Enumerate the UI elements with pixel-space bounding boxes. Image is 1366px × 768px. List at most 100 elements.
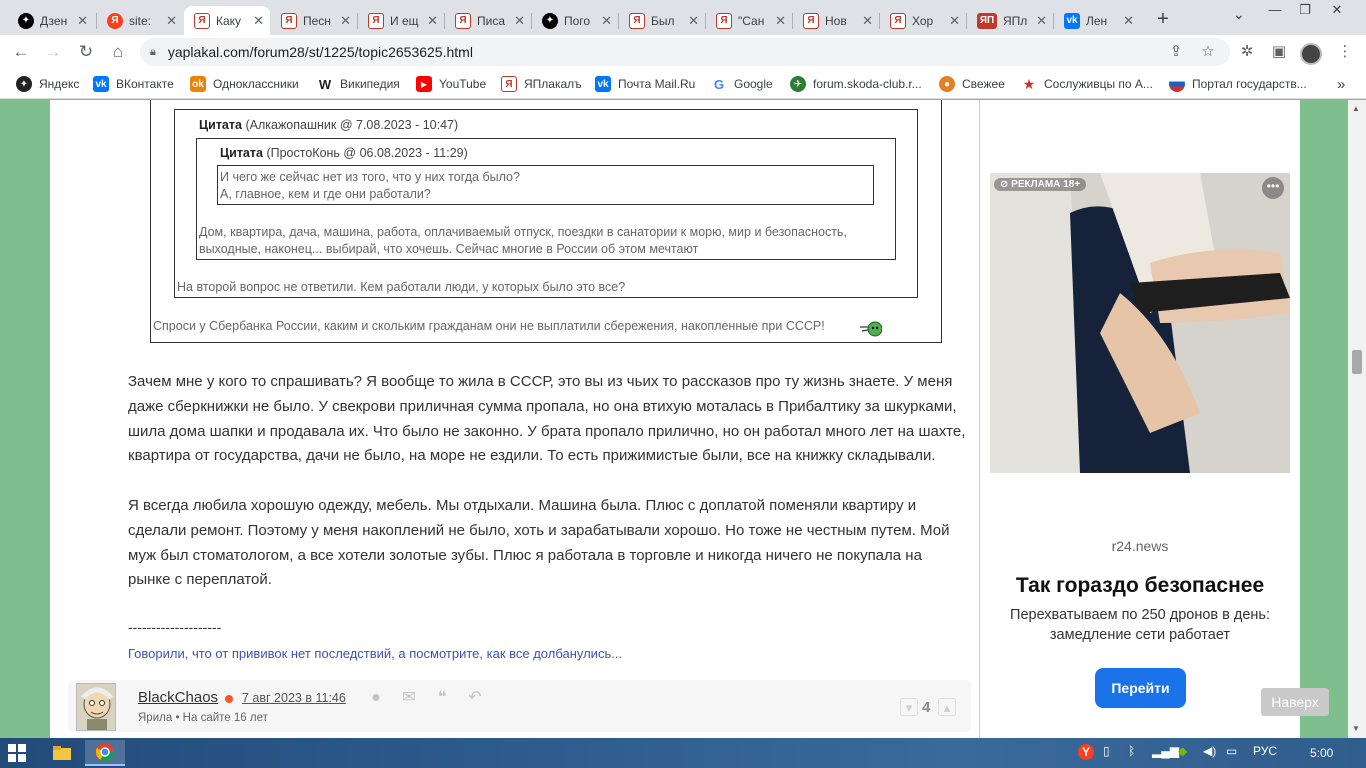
tab-1[interactable]: Яsite: ✕ — [97, 6, 183, 35]
google-icon: G — [711, 76, 727, 92]
post-date-link[interactable]: 7 авг 2023 в 11:46 — [242, 691, 346, 705]
nvidia-icon[interactable]: ◆ — [1178, 744, 1187, 758]
bookmark-yandex[interactable]: ✦ Яндекс — [16, 76, 79, 92]
bookmark-mail[interactable]: vk Почта Mail.Ru — [595, 76, 695, 92]
close-icon[interactable]: ✕ — [775, 13, 786, 29]
quote-icon[interactable]: ❝ — [433, 689, 451, 707]
clock[interactable]: 5:00 — [1310, 746, 1333, 760]
page-scrollbar[interactable] — [1348, 100, 1366, 738]
bookmark-wikipedia[interactable]: W Википедия — [317, 76, 400, 92]
side-panel-icon[interactable]: ▣ — [1268, 42, 1290, 64]
tab-7[interactable]: Я Был ✕ — [619, 6, 705, 35]
ad-choices-icon: ⊘ — [1000, 179, 1012, 190]
ad-domain[interactable]: r24.news — [990, 538, 1290, 554]
tab-3[interactable]: Я Песн ✕ — [271, 6, 357, 35]
tab-5[interactable]: Я Писа ✕ — [445, 6, 531, 35]
windows-start-icon[interactable] — [8, 744, 26, 762]
yaplakal-icon: Я — [368, 12, 384, 29]
share-icon[interactable]: ⇪ — [1165, 42, 1187, 64]
message-icon[interactable]: ✉ — [400, 689, 418, 707]
tab-10[interactable]: Я Хор ✕ — [880, 6, 966, 35]
scroll-down-icon[interactable]: ▼ — [1352, 724, 1360, 733]
bookmark-google[interactable]: G Google — [711, 76, 773, 92]
close-icon[interactable]: ✕ — [601, 13, 612, 29]
bookmark-vk[interactable]: vk ВКонтакте — [93, 76, 174, 92]
close-icon[interactable]: ✕ — [688, 13, 699, 29]
tab-6[interactable]: ✦ Пого ✕ — [532, 6, 618, 35]
thumbs-down-icon[interactable]: ▾ — [900, 698, 918, 716]
chrome-taskbar-icon[interactable] — [85, 740, 125, 766]
scroll-to-top-button[interactable]: Наверх — [1261, 688, 1329, 716]
menu-icon[interactable]: ⋮ — [1334, 42, 1356, 64]
bookmark-ok[interactable]: ok Одноклассники — [190, 76, 299, 92]
close-icon[interactable]: ✕ — [77, 13, 88, 29]
username-link[interactable]: BlackChaos — [138, 689, 218, 706]
yaplakal-icon: Я — [803, 12, 819, 29]
extensions-icon[interactable]: ✲ — [1236, 42, 1258, 64]
yandex-tray-icon[interactable]: Y — [1078, 744, 1094, 760]
signature-link[interactable]: Говорили, что от прививок нет последстви… — [128, 646, 622, 661]
tab-9[interactable]: Я Нов ✕ — [793, 6, 879, 35]
bookmark-star[interactable]: ★ Сослуживцы по А... — [1021, 76, 1153, 92]
bookmark-youtube[interactable]: ▶ YouTube — [416, 76, 486, 92]
bluetooth-icon[interactable]: ᛒ — [1128, 744, 1135, 758]
profile-avatar[interactable] — [1300, 43, 1322, 65]
vk-icon: vk — [595, 76, 611, 92]
thumbs-up-icon[interactable]: ▴ — [938, 698, 956, 716]
close-icon[interactable]: ✕ — [253, 13, 264, 29]
forward-icon[interactable]: → — [42, 41, 64, 63]
bookmark-yaplakal[interactable]: Я ЯПлакалъ — [501, 76, 582, 92]
report-icon[interactable]: ● — [367, 689, 385, 707]
tab-2-active[interactable]: Я Каку ✕ — [184, 6, 270, 35]
lock-icon[interactable]: 🔒︎ — [150, 46, 156, 59]
zen-icon: ✦ — [542, 12, 558, 29]
tab-search-icon[interactable]: ⌄ — [1233, 6, 1245, 23]
address-bar[interactable]: 🔒︎ yaplakal.com/forum28/st/1225/topic265… — [140, 38, 1230, 66]
network-icon[interactable]: ▂▄▆ — [1152, 744, 1179, 758]
scrollbar-thumb[interactable] — [1352, 350, 1362, 374]
bookmark-star-icon[interactable]: ☆ — [1197, 42, 1219, 64]
restore-icon[interactable]: ❐ — [1290, 2, 1320, 18]
tab-11[interactable]: ЯП ЯПл ✕ — [967, 6, 1053, 35]
bookmarks-more-button[interactable]: » — [1337, 76, 1345, 93]
tab-12[interactable]: vk Лен ✕ — [1054, 6, 1140, 35]
ok-icon: ok — [190, 76, 206, 92]
tab-8[interactable]: Я "Сан ✕ — [706, 6, 792, 35]
close-icon[interactable]: ✕ — [166, 13, 177, 29]
yaplakal-icon: Я — [890, 12, 906, 29]
ad-title[interactable]: Так гораздо безопаснее — [990, 574, 1290, 598]
ad-image[interactable]: ⊘ РЕКЛАМА 18+ ••• — [990, 173, 1290, 473]
close-icon[interactable]: ✕ — [1123, 13, 1134, 29]
bookmark-skoda[interactable]: ✈ forum.skoda-club.r... — [790, 76, 922, 92]
tab-4[interactable]: ЯИ ещ ✕ — [358, 6, 444, 35]
close-icon[interactable]: ✕ — [949, 13, 960, 29]
home-icon[interactable]: ⌂ — [107, 41, 129, 63]
close-window-icon[interactable]: ✕ — [1322, 2, 1352, 18]
language-indicator[interactable]: РУС — [1253, 744, 1277, 758]
close-icon[interactable]: ✕ — [862, 13, 873, 29]
bookmark-gosuslugi[interactable]: Портал государств... — [1169, 76, 1307, 92]
bookmark-pikabu[interactable]: ● Свежее — [939, 76, 1005, 92]
back-icon[interactable]: ← — [10, 41, 32, 63]
new-tab-button[interactable]: + — [1152, 8, 1174, 31]
close-icon[interactable]: ✕ — [340, 13, 351, 29]
tab-0[interactable]: ✦ Дзен ✕ — [8, 6, 94, 35]
close-icon[interactable]: ✕ — [514, 13, 525, 29]
avatar[interactable] — [76, 683, 116, 731]
ad-text[interactable]: Перехватываем по 250 дронов в день: заме… — [1010, 605, 1270, 645]
close-icon[interactable]: ✕ — [1036, 13, 1047, 29]
ad-cta-button[interactable]: Перейти — [1095, 668, 1186, 708]
more-options-icon[interactable]: ••• — [1262, 177, 1284, 199]
url-text[interactable]: yaplakal.com/forum28/st/1225/topic265362… — [168, 44, 473, 60]
tablet-tray-icon[interactable]: ▯ — [1103, 744, 1110, 758]
minimize-icon[interactable]: — — [1260, 2, 1290, 17]
file-explorer-icon[interactable] — [42, 740, 82, 766]
battery-icon[interactable]: ▭ — [1226, 744, 1237, 758]
close-icon[interactable]: ✕ — [427, 13, 438, 29]
reload-icon[interactable]: ↻ — [75, 41, 97, 63]
reply-icon[interactable]: ↶ — [466, 689, 484, 707]
quote-bottom-text: Спроси у Сбербанка России, каким и сколь… — [153, 319, 825, 333]
scroll-up-icon[interactable]: ▲ — [1352, 104, 1360, 113]
volume-icon[interactable]: ◀) — [1203, 744, 1216, 758]
quote-middle-line-2: выходные, наконец... выбирай, что хочешь… — [199, 242, 699, 256]
